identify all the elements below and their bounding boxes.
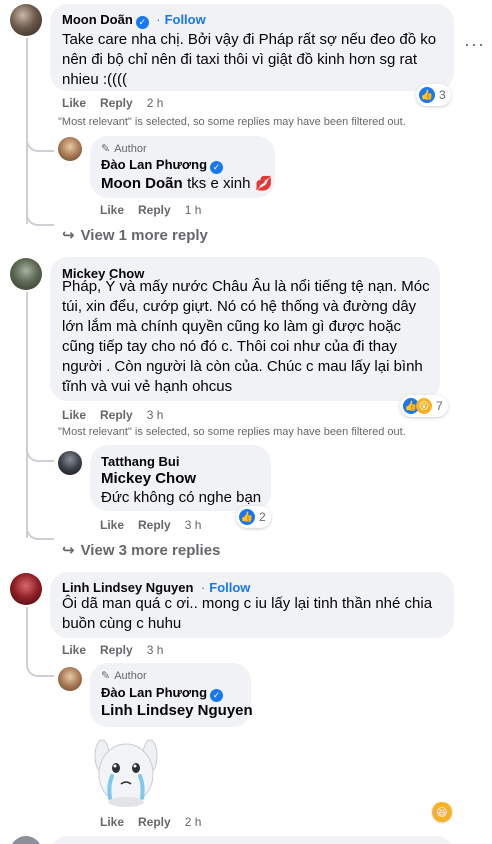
avatar-dao-lan-phuong[interactable] <box>58 137 82 161</box>
filter-notice: "Most relevant" is selected, so some rep… <box>58 426 406 438</box>
thread-connector <box>26 130 54 152</box>
reply-content: Moon Doãn tks e xinh 💋 <box>101 174 272 194</box>
comment-text: Take care nha chị. Bởi vậy đi Pháp rất s… <box>62 31 437 88</box>
timestamp[interactable]: 3 h <box>147 643 164 657</box>
avatar-dao-lan-phuong[interactable] <box>58 667 82 691</box>
reply-header: Đào Lan Phương ✓ <box>101 684 224 702</box>
separator-dot: · <box>156 12 161 27</box>
like-reaction-icon: 👍 <box>239 509 255 525</box>
reaction-count: 7 <box>436 399 443 413</box>
reply-actions: Like Reply 3 h <box>100 518 215 532</box>
like-button[interactable]: Like <box>62 408 86 422</box>
reply-button[interactable]: Reply <box>138 203 171 217</box>
timestamp[interactable]: 2 h <box>185 815 202 829</box>
like-button[interactable]: Like <box>100 518 124 532</box>
view-more-replies-link[interactable]: ↪ View 1 more reply <box>62 226 208 244</box>
like-reaction-icon: 👍 <box>419 87 435 103</box>
comment-actions: Like Reply 3 h <box>62 408 177 422</box>
more-options-icon[interactable]: ··· <box>464 34 485 55</box>
reply-header: Tatthang Bui <box>101 453 179 471</box>
reaction-count: 2 <box>259 510 266 524</box>
author-label: Author <box>114 142 147 155</box>
timestamp[interactable]: 3 h <box>185 518 202 532</box>
reply-button[interactable]: Reply <box>100 96 133 110</box>
author-tag: ✎ Author <box>101 669 147 683</box>
reaction-summary[interactable]: 👍 2 <box>236 506 271 528</box>
kiss-emoji-icon: 💋 <box>254 175 273 191</box>
wow-reaction-icon: 😮 <box>416 398 432 414</box>
timestamp[interactable]: 2 h <box>147 96 164 110</box>
replier-name[interactable]: Đào Lan Phương <box>101 685 207 700</box>
thread-connector <box>26 524 54 540</box>
view-more-label: View 1 more reply <box>80 227 208 244</box>
comment-actions: Like Reply 2 h <box>62 96 177 110</box>
comment-bubble <box>50 836 454 844</box>
avatar-tatthang-bui[interactable] <box>58 451 82 475</box>
reply-bubble: ✎ Author Đào Lan Phương ✓ Moon Doãn tks e … <box>90 136 275 198</box>
avatar-next-commenter[interactable] <box>10 836 42 844</box>
reply-header: Đào Lan Phương ✓ <box>101 156 224 174</box>
mentioned-user-tag[interactable]: Moon Doãn <box>101 175 183 192</box>
comment-text: Pháp, Ý và mấy nước Châu Âu là nổi tiếng… <box>62 278 430 395</box>
replier-name[interactable]: Đào Lan Phương <box>101 157 207 172</box>
thread-line <box>26 292 28 538</box>
view-more-replies-link[interactable]: ↪ View 3 more replies <box>62 541 220 559</box>
verified-badge-icon: ✓ <box>210 689 224 702</box>
reply-actions: Like Reply 1 h <box>100 203 215 217</box>
mentioned-user-tag[interactable]: Mickey Chow <box>101 470 196 487</box>
reply-text: Đức không có nghe bạn <box>101 489 262 506</box>
thread-connector <box>26 655 54 677</box>
view-more-label: View 3 more replies <box>80 542 221 559</box>
replier-name[interactable]: Tatthang Bui <box>101 454 179 469</box>
comment-actions: Like Reply 3 h <box>62 643 177 657</box>
reply-button[interactable]: Reply <box>100 643 133 657</box>
reply-actions: Like Reply 2 h <box>100 815 215 829</box>
thread-connector <box>26 440 54 462</box>
follow-button[interactable]: Follow <box>165 12 206 27</box>
like-button[interactable]: Like <box>100 203 124 217</box>
like-button[interactable]: Like <box>62 96 86 110</box>
reaction-count: 3 <box>439 88 446 102</box>
reply-button[interactable]: Reply <box>100 408 133 422</box>
like-button[interactable]: Like <box>62 643 86 657</box>
avatar-mickey-chow[interactable] <box>10 258 42 290</box>
commenter-name[interactable]: Linh Lindsey Nguyen <box>62 580 193 595</box>
comment-bubble: Linh Lindsey Nguyen · Follow Ôi dã man qu… <box>50 572 454 638</box>
avatar-linh-lindsey-nguyen[interactable] <box>10 573 42 605</box>
crying-bunny-sticker <box>90 730 162 810</box>
separator-dot: · <box>200 580 206 595</box>
commenter-name[interactable]: Moon Doãn <box>62 12 133 27</box>
author-label: Author <box>114 669 147 682</box>
author-tag: ✎ Author <box>101 142 147 156</box>
author-pen-icon: ✎ <box>101 143 111 155</box>
haha-reaction-icon[interactable]: 😆 <box>432 802 452 822</box>
reaction-summary[interactable]: 👍 😮 7 <box>400 395 448 417</box>
comment-header: Moon Doãn ✓ · Follow <box>62 11 206 29</box>
reply-text: tks e xinh <box>187 175 251 192</box>
follow-button[interactable]: Follow <box>209 580 250 595</box>
comment-bubble: Mickey Chow Pháp, Ý và mấy nước Châu Âu … <box>50 257 440 401</box>
reply-button[interactable]: Reply <box>138 815 171 829</box>
comment-bubble: Moon Doãn ✓ · Follow Take care nha chị. Bở… <box>50 4 454 91</box>
comment-text: Ôi dã man quá c ơi.. mong c iu lấy lại t… <box>62 595 433 632</box>
mentioned-user-tag[interactable]: Linh Lindsey Nguyen <box>101 702 253 719</box>
avatar-moon-doan[interactable] <box>10 4 42 36</box>
timestamp[interactable]: 1 h <box>185 203 202 217</box>
timestamp[interactable]: 3 h <box>147 408 164 422</box>
reply-button[interactable]: Reply <box>138 518 171 532</box>
like-button[interactable]: Like <box>100 815 124 829</box>
reply-bubble: Tatthang Bui Mickey Chow Đức không có ng… <box>90 445 271 511</box>
reply-bubble: ✎ Author Đào Lan Phương ✓ Linh Lindsey Ngu… <box>90 663 253 727</box>
author-pen-icon: ✎ <box>101 670 111 682</box>
verified-badge-icon: ✓ <box>210 161 224 174</box>
reply-arrow-icon: ↪ <box>62 542 75 559</box>
thread-connector <box>26 210 54 226</box>
reply-arrow-icon: ↪ <box>62 227 75 244</box>
filter-notice: "Most relevant" is selected, so some rep… <box>58 116 406 128</box>
crying-bunny-icon <box>94 739 158 807</box>
verified-badge-icon: ✓ <box>135 16 149 29</box>
reaction-summary[interactable]: 👍 3 <box>416 84 451 106</box>
